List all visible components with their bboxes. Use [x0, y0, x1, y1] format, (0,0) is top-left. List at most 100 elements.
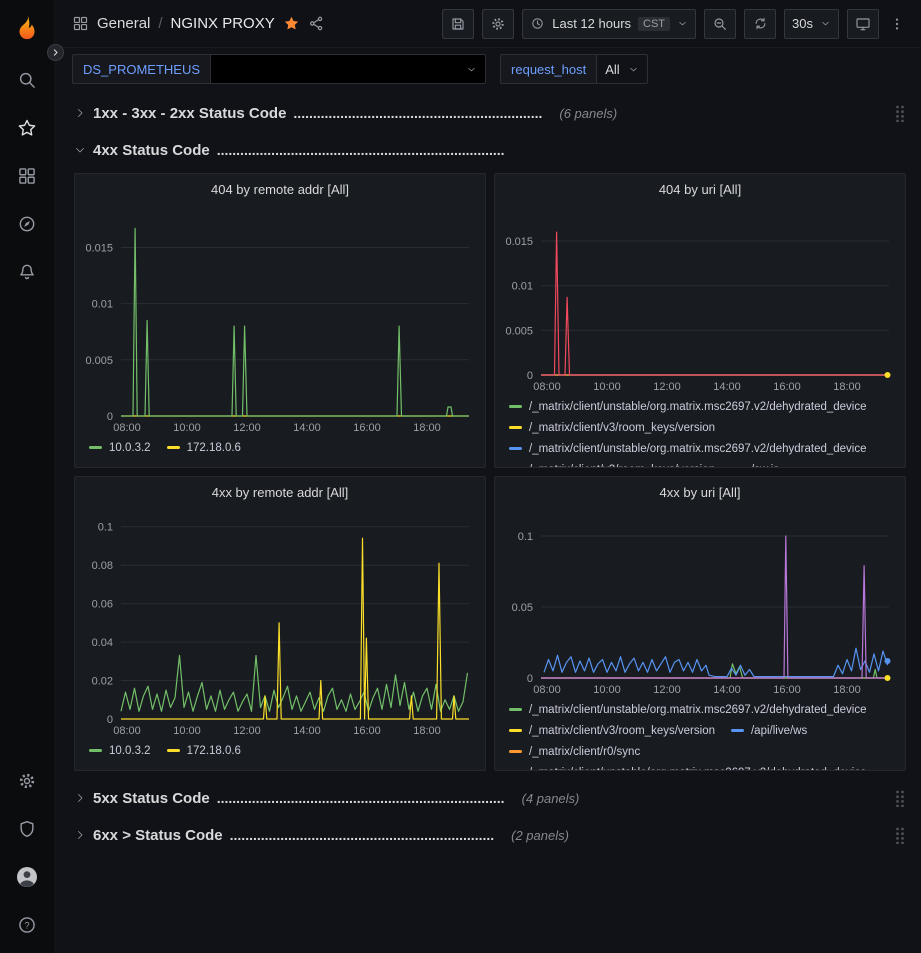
- legend-marker: [167, 749, 180, 752]
- svg-text:16:00: 16:00: [773, 381, 801, 393]
- legend-item[interactable]: 10.0.3.2: [89, 740, 151, 761]
- datasource-variable-label[interactable]: DS_PROMETHEUS: [72, 54, 210, 84]
- refresh-button[interactable]: [744, 9, 776, 39]
- svg-text:18:00: 18:00: [833, 684, 861, 696]
- favorite-star-icon[interactable]: [283, 15, 300, 32]
- panel-title: 404 by remote addr [All]: [211, 182, 349, 197]
- svg-text:14:00: 14:00: [293, 422, 321, 434]
- legend-label: /_matrix/client/unstable/org.matrix.msc2…: [529, 443, 867, 455]
- clock-icon: [530, 16, 545, 31]
- svg-text:08:00: 08:00: [533, 381, 561, 393]
- dashboard-settings-button[interactable]: [482, 9, 514, 39]
- row-header-1xx-3xx-2xx[interactable]: 1xx - 3xx - 2xx Status Code ............…: [74, 100, 906, 126]
- row-header-6xx[interactable]: 6xx > Status Code ......................…: [74, 822, 906, 848]
- svg-text:0.1: 0.1: [518, 531, 533, 543]
- sidebar: ?: [0, 0, 55, 953]
- breadcrumb-folder[interactable]: General: [97, 15, 150, 32]
- legend-item[interactable]: /_matrix/client/unstable/org.matrix.msc2…: [509, 438, 867, 459]
- row-header-4xx[interactable]: 4xx Status Code ........................…: [74, 137, 906, 163]
- legend-label: /api/live/ws: [751, 725, 807, 737]
- legend-marker: [509, 708, 522, 711]
- timezone-badge: CST: [638, 17, 670, 31]
- datasource-variable: DS_PROMETHEUS: [72, 54, 486, 84]
- legend-item[interactable]: /_matrix/client/unstable/org.matrix.msc2…: [509, 762, 867, 770]
- row-panel-count: (4 panels): [522, 791, 580, 806]
- row-drag-handle-icon[interactable]: [894, 826, 906, 844]
- kebab-menu-icon[interactable]: [887, 14, 907, 34]
- svg-text:0.005: 0.005: [505, 325, 533, 337]
- legend-label: /_matrix/client/unstable/org.matrix.msc2…: [529, 401, 867, 413]
- dashboard-canvas: 1xx - 3xx - 2xx Status Code ............…: [55, 92, 921, 953]
- legend-item[interactable]: /_matrix/client/v3/room_keys/version: [509, 459, 715, 467]
- chevron-down-icon: [466, 64, 477, 75]
- sidebar-item-server-admin[interactable]: [0, 805, 55, 853]
- sidebar-item-explore[interactable]: [0, 200, 55, 248]
- refresh-icon: [753, 16, 768, 31]
- request-host-variable-label[interactable]: request_host: [500, 54, 596, 84]
- legend-item[interactable]: /_matrix/client/unstable/org.matrix.msc2…: [509, 396, 867, 417]
- sidebar-item-starred[interactable]: [0, 104, 55, 152]
- request-host-variable: request_host All: [500, 54, 648, 84]
- sidebar-item-help[interactable]: ?: [0, 901, 55, 949]
- panel-404-by-uri: 404 by uri [All] 00.0050.010.01508:0010:…: [494, 173, 906, 468]
- request-host-variable-select[interactable]: All: [596, 54, 647, 84]
- legend-label: 172.18.0.6: [187, 745, 241, 757]
- sidebar-item-alerting[interactable]: [0, 248, 55, 296]
- cycle-view-mode-button[interactable]: [847, 9, 879, 39]
- zoom-out-button[interactable]: [704, 9, 736, 39]
- svg-text:0.015: 0.015: [505, 236, 533, 248]
- shield-icon: [17, 819, 37, 839]
- request-host-variable-value: All: [605, 62, 619, 77]
- panel-header[interactable]: 4xx by remote addr [All]: [75, 477, 485, 507]
- grafana-app: ? General / NGINX PROXY: [0, 0, 921, 953]
- star-icon: [17, 118, 37, 138]
- sidebar-item-dashboards[interactable]: [0, 152, 55, 200]
- row-title: 5xx Status Code: [93, 790, 210, 807]
- svg-text:?: ?: [24, 920, 29, 930]
- legend-item[interactable]: /_matrix/client/v3/room_keys/version: [509, 417, 715, 438]
- legend-item[interactable]: 10.0.3.2: [89, 437, 151, 458]
- svg-text:0.005: 0.005: [85, 355, 113, 367]
- legend-label: /_matrix/client/unstable/org.matrix.msc2…: [529, 704, 867, 716]
- legend-marker: [89, 749, 102, 752]
- legend-item[interactable]: /_matrix/client/unstable/org.matrix.msc2…: [509, 699, 867, 720]
- share-icon[interactable]: [308, 15, 325, 32]
- legend-item[interactable]: /_matrix/client/r0/sync: [509, 741, 640, 762]
- panel-header[interactable]: 4xx by uri [All]: [495, 477, 905, 507]
- legend-label: 172.18.0.6: [187, 442, 241, 454]
- chevron-down-icon: [74, 144, 86, 156]
- sidebar-item-profile[interactable]: [0, 853, 55, 901]
- datasource-variable-select[interactable]: [210, 54, 486, 84]
- svg-text:16:00: 16:00: [353, 725, 381, 737]
- panel-header[interactable]: 404 by remote addr [All]: [75, 174, 485, 204]
- sidebar-collapse-button[interactable]: [47, 44, 64, 61]
- sidebar-item-configuration[interactable]: [0, 757, 55, 805]
- svg-text:0.01: 0.01: [92, 299, 113, 311]
- legend-item[interactable]: 172.18.0.6: [167, 740, 241, 761]
- time-series-chart: 00.020.040.060.080.108:0010:0012:0014:00…: [75, 507, 485, 739]
- legend-marker: [509, 405, 522, 408]
- legend-label: /_matrix/client/v3/room_keys/version: [529, 422, 715, 434]
- gear-icon: [17, 771, 37, 791]
- legend-label: /sw.js: [751, 464, 779, 468]
- row-title: 4xx Status Code: [93, 142, 210, 159]
- panel-legend: /_matrix/client/unstable/org.matrix.msc2…: [495, 698, 905, 770]
- refresh-interval-dropdown[interactable]: 30s: [784, 9, 839, 39]
- sidebar-item-search[interactable]: [0, 56, 55, 104]
- row-panel-count: (6 panels): [559, 106, 617, 121]
- variables-bar: DS_PROMETHEUS request_host All: [55, 48, 921, 92]
- panel-header[interactable]: 404 by uri [All]: [495, 174, 905, 204]
- row-drag-handle-icon[interactable]: [894, 789, 906, 807]
- legend-item[interactable]: /sw.js: [731, 459, 779, 467]
- monitor-icon: [855, 16, 871, 32]
- legend-item[interactable]: /api/live/ws: [731, 720, 807, 741]
- row-drag-handle-icon[interactable]: [894, 104, 906, 122]
- legend-item[interactable]: /_matrix/client/v3/room_keys/version: [509, 720, 715, 741]
- row-header-5xx[interactable]: 5xx Status Code ........................…: [74, 785, 906, 811]
- legend-label: /_matrix/client/v3/room_keys/version: [529, 464, 715, 468]
- legend-item[interactable]: 172.18.0.6: [167, 437, 241, 458]
- time-range-picker[interactable]: Last 12 hours CST: [522, 9, 696, 39]
- zoom-out-icon: [712, 16, 728, 32]
- grafana-logo[interactable]: [0, 0, 55, 56]
- save-dashboard-button[interactable]: [442, 9, 474, 39]
